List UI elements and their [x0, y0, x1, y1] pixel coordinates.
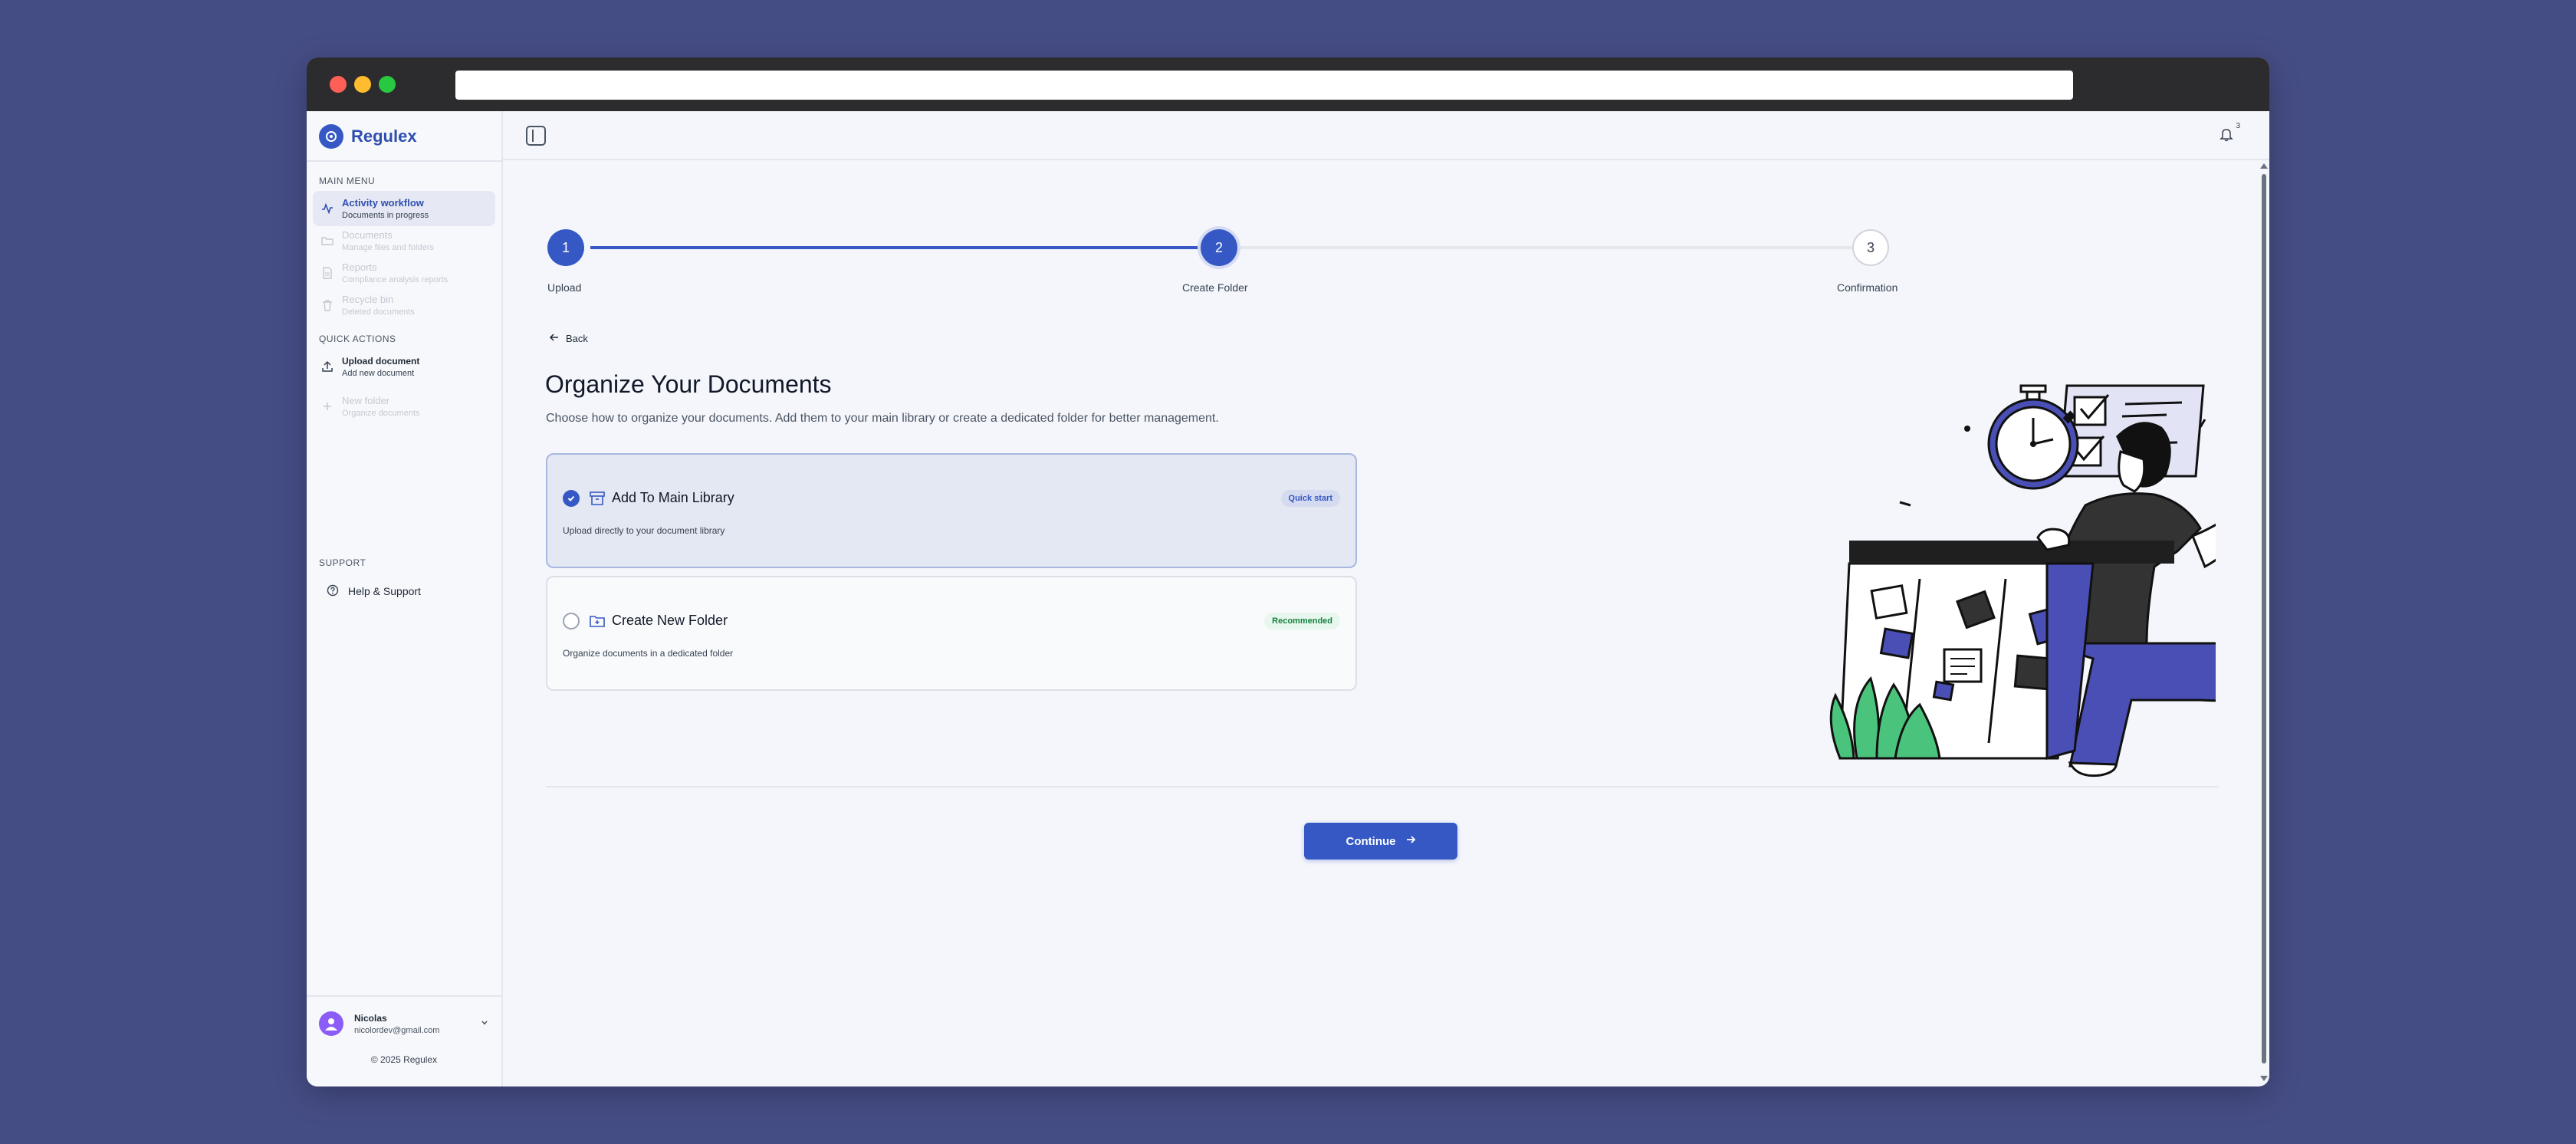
option-main-library[interactable]: Add To Main Library Upload directly to y… [546, 453, 1357, 568]
minimize-window-button[interactable] [354, 76, 371, 93]
organize-illustration [1510, 321, 2269, 797]
scrollbar-thumb[interactable] [2262, 174, 2266, 1063]
section-title-main-menu: MAIN MENU [319, 176, 376, 186]
help-circle-icon [327, 584, 339, 599]
arrow-left-icon [549, 332, 560, 345]
step-3-circle: 3 [1852, 229, 1889, 266]
close-window-button[interactable] [330, 76, 347, 93]
scroll-down-arrow-icon[interactable] [2260, 1076, 2268, 1081]
step-3-label: Confirmation [1837, 281, 1898, 294]
maximize-window-button[interactable] [379, 76, 396, 93]
quick-action-new-folder: New folder Organize documents [313, 389, 495, 424]
option-badge: Recommended [1264, 613, 1340, 630]
sidebar: Regulex MAIN MENU Activity workflow Docu… [307, 111, 503, 1086]
option-title: Create New Folder [612, 613, 728, 628]
quick-action-sub: Organize documents [342, 409, 420, 418]
stopwatch-image [1987, 384, 2079, 490]
folder-plus-icon [589, 613, 606, 630]
page-title: Organize Your Documents [545, 370, 832, 398]
section-title-quick-actions: QUICK ACTIONS [319, 334, 396, 344]
radio-unchecked-icon[interactable] [563, 613, 580, 630]
arrow-right-icon [1405, 834, 1416, 848]
option-new-folder[interactable]: Create New Folder Organize documents in … [546, 576, 1357, 691]
avatar [319, 1011, 343, 1036]
step-1-label: Upload [547, 281, 582, 294]
divider [546, 786, 2219, 787]
address-bar[interactable] [455, 71, 2073, 100]
chevron-down-icon[interactable] [480, 1017, 489, 1031]
copyright: © 2025 Regulex [370, 1054, 438, 1065]
plus-icon [320, 399, 334, 413]
divider [307, 995, 501, 997]
option-description: Organize documents in a dedicated folder [563, 648, 734, 659]
file-text-icon [320, 266, 334, 280]
sidebar-item-reports: Reports Compliance analysis reports [313, 255, 495, 291]
back-label: Back [566, 333, 588, 344]
sidebar-item-activity-workflow[interactable]: Activity workflow Documents in progress [313, 191, 495, 226]
browser-window: Regulex MAIN MENU Activity workflow Docu… [307, 58, 2269, 1086]
quick-action-sub: Add new document [342, 368, 415, 378]
sidebar-item-label: Recycle bin [342, 294, 394, 305]
sidebar-item-sub: Documents in progress [342, 211, 429, 220]
bell-icon[interactable] [2219, 127, 2237, 145]
sidebar-item-label: Documents [342, 229, 393, 241]
quick-action-label: Upload document [342, 355, 420, 367]
radio-checked-icon[interactable] [563, 490, 580, 507]
stepper-progress-line [590, 246, 1204, 249]
help-label: Help & Support [348, 585, 421, 597]
logo-icon [319, 124, 343, 149]
step-2-circle: 2 [1201, 229, 1237, 266]
page-description: Choose how to organize your documents. A… [546, 412, 1219, 425]
notification-count: 3 [2236, 122, 2240, 130]
sidebar-item-sub: Compliance analysis reports [342, 275, 449, 284]
user-email: nicolordev@gmail.com [354, 1025, 440, 1035]
option-title: Add To Main Library [612, 490, 734, 505]
quick-action-upload-document[interactable]: Upload document Add new document [313, 349, 495, 384]
sidebar-item-documents: Documents Manage files and folders [313, 223, 495, 258]
brand-name: Regulex [351, 127, 417, 146]
trash-icon [320, 298, 334, 312]
sidebar-item-sub: Deleted documents [342, 307, 415, 317]
continue-button[interactable]: Continue [1304, 823, 1457, 860]
upload-icon [320, 360, 334, 373]
scroll-up-arrow-icon[interactable] [2260, 163, 2268, 169]
user-name: Nicolas [354, 1012, 387, 1024]
option-badge: Quick start [1280, 490, 1340, 507]
sidebar-item-help-support[interactable]: Help & Support [313, 579, 495, 603]
brand[interactable]: Regulex [319, 123, 417, 150]
sidebar-item-label: Reports [342, 261, 377, 273]
divider [307, 160, 501, 162]
step-2-label: Create Folder [1182, 281, 1248, 294]
topbar: 3 [503, 111, 2269, 160]
sidebar-toggle-icon[interactable] [526, 126, 546, 146]
sidebar-item-sub: Manage files and folders [342, 243, 434, 252]
back-button[interactable]: Back [549, 332, 588, 345]
section-title-support: SUPPORT [319, 557, 366, 568]
continue-label: Continue [1346, 834, 1396, 848]
option-description: Upload directly to your document library [563, 525, 725, 536]
stepper-remaining-line [1240, 246, 1877, 249]
folder-icon [320, 234, 334, 248]
browser-titlebar [307, 58, 2269, 111]
activity-icon [320, 202, 334, 215]
step-1-circle: 1 [547, 229, 584, 266]
quick-action-label: New folder [342, 395, 390, 406]
user-menu[interactable]: Nicolas nicolordev@gmail.com [319, 1008, 495, 1039]
sidebar-item-label: Activity workflow [342, 197, 424, 209]
archive-icon [589, 490, 606, 507]
sidebar-item-recycle-bin: Recycle bin Deleted documents [313, 288, 495, 323]
